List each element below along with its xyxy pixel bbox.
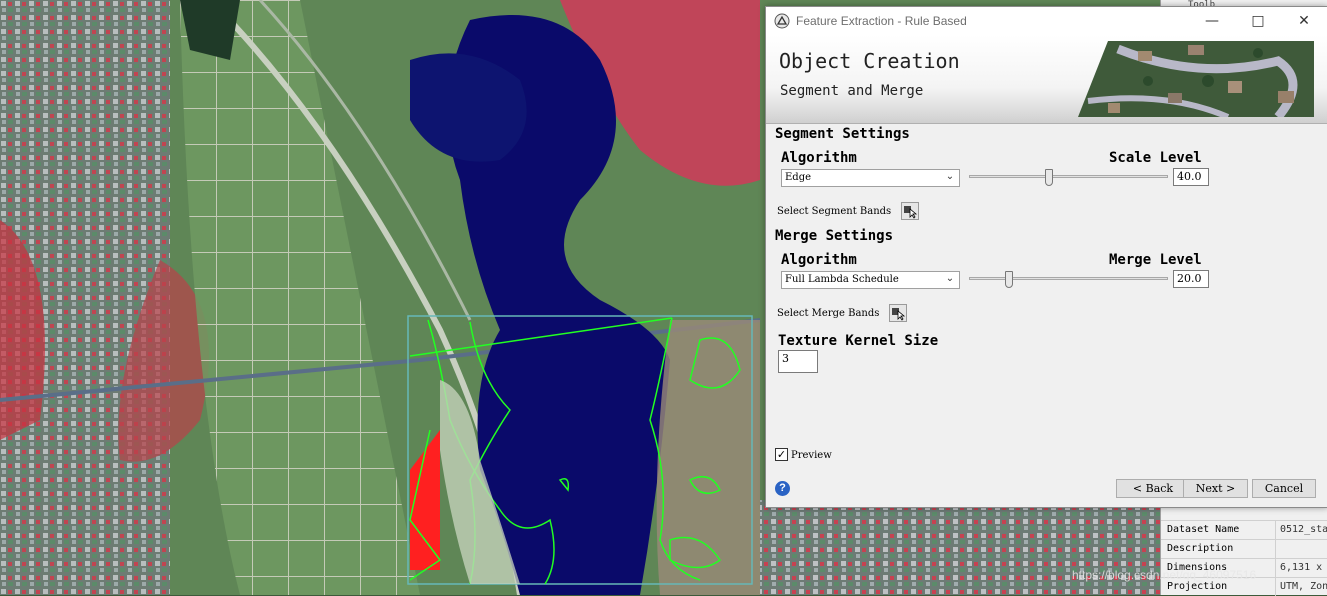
- minimize-icon: —: [1205, 13, 1219, 29]
- property-value: [1276, 540, 1327, 558]
- texture-kernel-size-label: Texture Kernel Size: [778, 333, 939, 349]
- property-row: Dataset Name 0512_stac: [1161, 520, 1327, 539]
- segment-algorithm-value: Edge: [785, 172, 812, 183]
- property-key: Description: [1161, 540, 1276, 558]
- scale-level-slider-handle[interactable]: [1044, 169, 1053, 186]
- segment-settings-heading: Segment Settings: [775, 126, 910, 142]
- banner-title: Object Creation: [779, 49, 960, 73]
- banner-subtitle: Segment and Merge: [780, 83, 924, 99]
- texture-kernel-size-input[interactable]: 3: [778, 350, 818, 373]
- help-icon[interactable]: ?: [775, 481, 790, 496]
- close-icon: ✕: [1298, 13, 1310, 29]
- property-value: 0512_stac: [1280, 524, 1327, 535]
- chevron-down-icon: ⌄: [945, 273, 955, 284]
- merge-level-label: Merge Level: [1109, 252, 1202, 268]
- chevron-down-icon: ⌄: [945, 171, 955, 182]
- maximize-icon: □: [1251, 13, 1265, 29]
- preview-label: Preview: [791, 450, 832, 461]
- band-select-cursor-icon: [892, 308, 906, 321]
- property-value: UTM, Zone: [1280, 581, 1327, 592]
- select-merge-bands-button[interactable]: [889, 304, 907, 322]
- back-button[interactable]: < Back: [1116, 479, 1190, 498]
- minimize-button[interactable]: —: [1189, 7, 1235, 35]
- dialog-title: Feature Extraction - Rule Based: [796, 14, 967, 28]
- checkmark-icon: ✓: [776, 448, 787, 461]
- select-segment-bands-label: Select Segment Bands: [777, 206, 892, 217]
- preview-checkbox[interactable]: ✓: [775, 448, 788, 461]
- segment-algorithm-select[interactable]: Edge ⌄: [781, 169, 960, 187]
- select-merge-bands-label: Select Merge Bands: [777, 308, 880, 319]
- watermark: https://blog.csdn.net/qq_46097516: [1072, 568, 1257, 582]
- merge-level-input[interactable]: 20.0: [1173, 270, 1209, 288]
- property-key: Dataset Name: [1161, 521, 1276, 539]
- banner-aerial-image: [1078, 41, 1314, 117]
- select-segment-bands-button[interactable]: [901, 202, 919, 220]
- property-row: Description: [1161, 539, 1327, 558]
- merge-settings-heading: Merge Settings: [775, 228, 894, 244]
- scale-level-label: Scale Level: [1109, 150, 1202, 166]
- envi-app-icon: [774, 13, 790, 29]
- next-button[interactable]: Next >: [1183, 479, 1248, 498]
- title-bar[interactable]: Feature Extraction - Rule Based — □ ✕: [766, 7, 1327, 35]
- cancel-button[interactable]: Cancel: [1252, 479, 1316, 498]
- properties-table: Dataset Name 0512_stac Description Dimen…: [1161, 520, 1327, 596]
- wizard-banner: Object Creation Segment and Merge: [766, 35, 1327, 124]
- property-value: 6,131 x 6: [1280, 562, 1327, 573]
- merge-algorithm-select[interactable]: Full Lambda Schedule ⌄: [781, 271, 960, 289]
- band-select-cursor-icon: [904, 206, 918, 219]
- feature-extraction-dialog: Feature Extraction - Rule Based — □ ✕ Ob…: [765, 6, 1327, 508]
- merge-algorithm-value: Full Lambda Schedule: [785, 274, 899, 285]
- merge-level-slider-track[interactable]: [969, 277, 1168, 280]
- close-button[interactable]: ✕: [1281, 7, 1327, 35]
- merge-algorithm-label: Algorithm: [781, 252, 857, 268]
- maximize-button[interactable]: □: [1235, 7, 1281, 35]
- segment-algorithm-label: Algorithm: [781, 150, 857, 166]
- merge-level-slider-handle[interactable]: [1004, 271, 1013, 288]
- scale-level-slider-track[interactable]: [969, 175, 1168, 178]
- scale-level-input[interactable]: 40.0: [1173, 168, 1209, 186]
